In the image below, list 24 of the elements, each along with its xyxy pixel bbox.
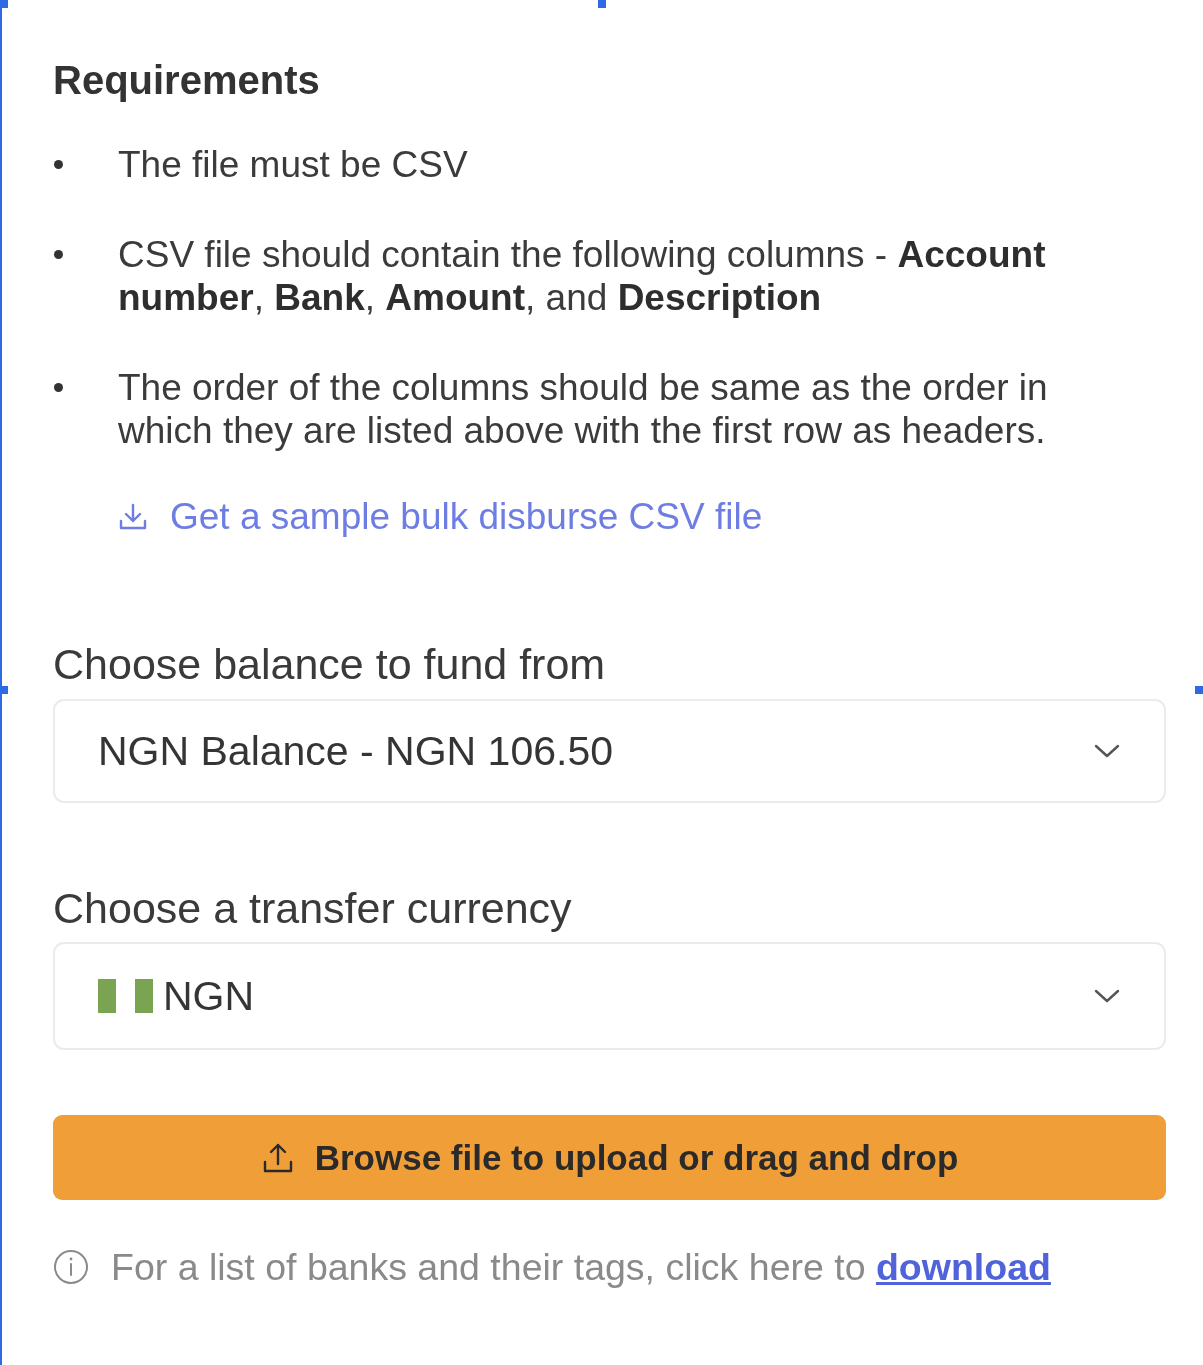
- download-icon: [118, 502, 148, 532]
- balance-select[interactable]: NGN Balance - NGN 106.50: [53, 699, 1166, 803]
- bullet-icon: [54, 383, 63, 392]
- bullet-icon: [54, 250, 63, 259]
- info-icon: [53, 1249, 89, 1285]
- field-label: Choose a transfer currency: [53, 886, 572, 930]
- chevron-down-icon: [1094, 989, 1120, 1003]
- bullet-icon: [54, 160, 63, 169]
- selection-handle[interactable]: [1195, 686, 1203, 694]
- chevron-down-icon: [1094, 744, 1120, 758]
- upload-button[interactable]: Browse file to upload or drag and drop: [53, 1115, 1166, 1200]
- selection-handle[interactable]: [0, 686, 8, 694]
- selection-handle[interactable]: [0, 0, 8, 8]
- section-title: Requirements: [53, 58, 320, 102]
- selection-handle[interactable]: [598, 0, 606, 8]
- info-text: For a list of banks and their tags, click here to download: [111, 1245, 1051, 1289]
- field-label: Choose balance to fund from: [53, 642, 606, 686]
- download-link[interactable]: download: [875, 1246, 1051, 1288]
- requirement-text: The order of the columns should be same as the order in which they are listed above with the first row as headers.: [118, 366, 1049, 452]
- flag-icon: [98, 979, 153, 1013]
- currency-select[interactable]: NGN: [53, 942, 1166, 1050]
- sample-csv-link[interactable]: Get a sample bulk disburse CSV file: [118, 495, 763, 539]
- requirement-text: CSV file should contain the following columns - Account number, Bank, Amount, and Description: [118, 233, 1047, 319]
- requirement-text: The file must be CSV: [118, 143, 468, 186]
